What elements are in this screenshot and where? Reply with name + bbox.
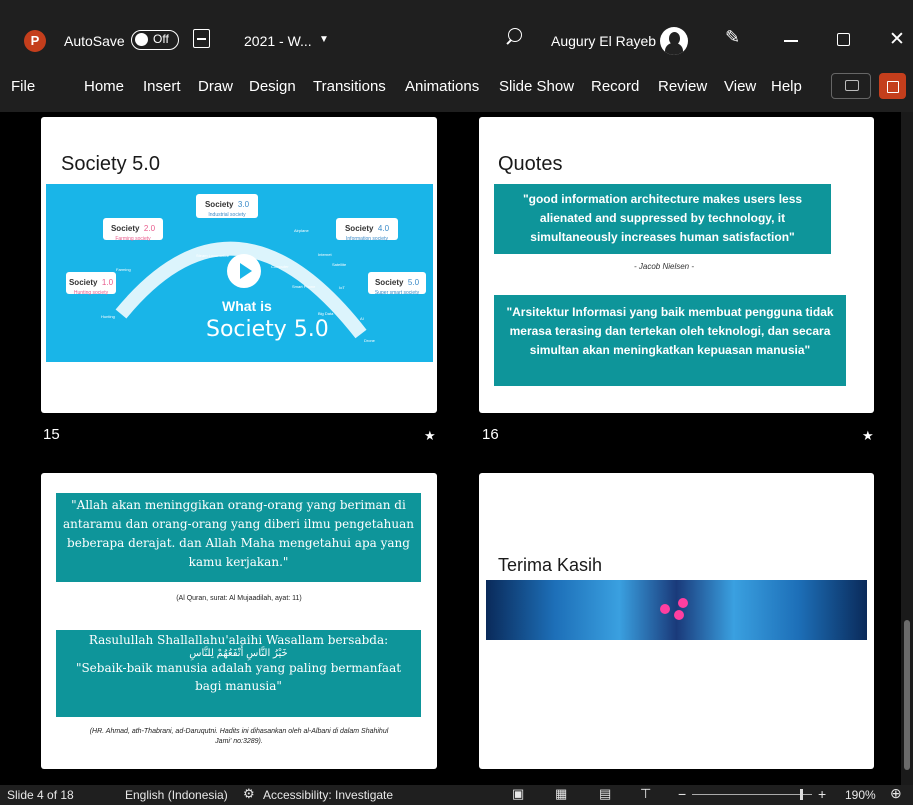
slide-thumbnail-15[interactable]: Society 5.0 Society 1.0 Hunting society … [41,117,437,413]
slide-title: Terima Kasih [498,555,603,575]
maximize-icon[interactable] [837,33,850,46]
toggle-knob [135,33,148,46]
zoom-slider-thumb[interactable] [800,789,803,800]
title-bar: P AutoSave Off 2021 - W... ▼ Augury El R… [0,0,913,62]
menu-slide-show[interactable]: Slide Show [499,78,574,95]
slideshow-view-icon[interactable]: ⊤ [640,786,651,802]
slide-title: Society 5.0 [61,153,160,175]
comments-button[interactable] [831,73,871,99]
slide-thumbnail-17[interactable]: "Allah akan meninggikan orang-orang yang… [41,473,437,769]
language-indicator[interactable]: English (Indonesia) [125,788,228,802]
label-steam: Steam Locomotive [196,253,230,258]
close-icon[interactable]: ✕ [889,28,905,51]
menu-file[interactable]: File [11,78,35,95]
menu-animations[interactable]: Animations [405,78,479,95]
slide-number-15: 15 [43,426,60,443]
society-2-bubble: Society 2.0 Farming society [103,218,163,242]
label-drone: Drone [364,338,375,343]
society-1-bubble: Society 1.0 Hunting society [66,272,116,296]
menu-review[interactable]: Review [658,78,707,95]
autosave-state: Off [153,32,169,46]
quote-box-english: "good information architecture makes use… [494,184,831,254]
label-bigdata: Big Data [318,311,334,316]
fit-to-window-icon[interactable]: ⊕ [890,785,902,802]
quran-reference: (Al Quran, surat: Al Mujaadilah, ayat: 1… [176,595,302,602]
zoom-level[interactable]: 190% [845,788,876,802]
search-icon-handle [506,39,512,45]
quran-quote-text: "Allah akan meninggikan orang-orang yang… [62,498,415,569]
label-hunting: Hunting [101,314,115,319]
society-5-image: Society 1.0 Hunting society Society 2.0 … [46,184,433,362]
label-internet: Internet [318,252,332,257]
comment-icon [845,80,859,91]
label-smartphone: Smart Phone [292,284,316,289]
society-3-bubble: Society 3.0 Industrial society [196,194,258,218]
society-50-big-text: Society 5.0 [206,317,329,342]
zoom-out-button[interactable]: − [678,786,686,802]
autosave-toggle[interactable]: Off [131,30,179,50]
label-computer: Computer [271,264,289,269]
slide-sorter-view-icon[interactable]: ▦ [555,786,567,802]
zoom-slider[interactable] [692,794,812,795]
society-4-bubble: Society 4.0 Information society [336,218,398,242]
hadith-quote-box: Rasulullah Shallallahu'alaihi Wasallam b… [56,630,421,717]
label-satellite: Satellite [332,262,347,267]
minimize-icon[interactable] [784,40,798,42]
play-icon[interactable] [227,254,261,288]
hadith-line3: "Sebaik-baik manusia adalah yang paling … [75,661,402,693]
avatar[interactable] [660,27,688,55]
hadith-reference: (HR. Ahmad, ath-Thabrani, ad-Daruqutni. … [89,728,389,745]
zoom-in-button[interactable]: + [818,786,826,802]
powerpoint-logo-icon: P [24,30,46,52]
file-name-chevron-icon[interactable]: ▼ [319,34,329,45]
menu-design[interactable]: Design [249,78,296,95]
autosave-label: AutoSave [64,33,125,49]
reading-view-icon[interactable]: ▤ [599,786,611,802]
quote-author: - Jacob Nielsen - [633,262,695,271]
share-button[interactable] [879,73,906,99]
scrollbar-thumb[interactable] [904,620,910,770]
animation-star-icon: ★ [862,428,874,443]
label-ai: AI [360,316,364,321]
menu-help[interactable]: Help [771,78,802,95]
quote-indonesian-text: "Arsitektur Informasi yang baik membuat … [506,305,834,357]
status-bar: Slide 4 of 18 English (Indonesia) ⚙ Acce… [0,785,913,805]
file-name[interactable]: 2021 - W... [244,33,312,49]
save-icon[interactable] [193,29,210,48]
quote-box-indonesian: "Arsitektur Informasi yang baik membuat … [494,295,846,386]
slide-title: Quotes [498,153,563,175]
label-airplane: Airplane [294,228,309,233]
user-name: Augury El Rayeb [551,33,657,49]
menu-draw[interactable]: Draw [198,78,233,95]
label-farming: Farming [116,267,131,272]
what-is-text: What is [222,298,272,314]
slide-number-16: 16 [482,426,499,443]
slide-thumbnail-18[interactable]: Terima Kasih [479,473,874,769]
society-5-bubble: Society 5.0 Super smart society [368,272,426,296]
app-icon-letter: P [30,33,40,48]
label-iot: IoT [339,285,345,290]
menu-home[interactable]: Home [84,78,124,95]
normal-view-icon[interactable]: ▣ [512,786,524,802]
menu-insert[interactable]: Insert [143,78,181,95]
designer-pen-icon[interactable]: ✎ [725,27,740,48]
accessibility-icon[interactable]: ⚙ [243,786,255,802]
accessibility-status[interactable]: Accessibility: Investigate [263,788,393,802]
quote-english-text: "good information architecture makes use… [522,192,803,244]
menu-transitions[interactable]: Transitions [313,78,386,95]
quran-quote-box: "Allah akan meninggikan orang-orang yang… [56,493,421,582]
menu-view[interactable]: View [724,78,756,95]
menu-record[interactable]: Record [591,78,639,95]
animation-star-icon: ★ [424,428,436,443]
slide-count: Slide 4 of 18 [7,788,74,802]
hadith-arabic: خَيْرُ النَّاسِ أَنْفَعُهُمْ لِلنَّاسِ [189,648,288,659]
slide-thumbnail-16[interactable]: Quotes "good information architecture ma… [479,117,874,413]
tech-corridor-image [486,580,867,640]
molecule-graphic [660,598,690,620]
share-icon [887,81,899,93]
hadith-line1: Rasulullah Shallallahu'alaihi Wasallam b… [88,633,389,647]
